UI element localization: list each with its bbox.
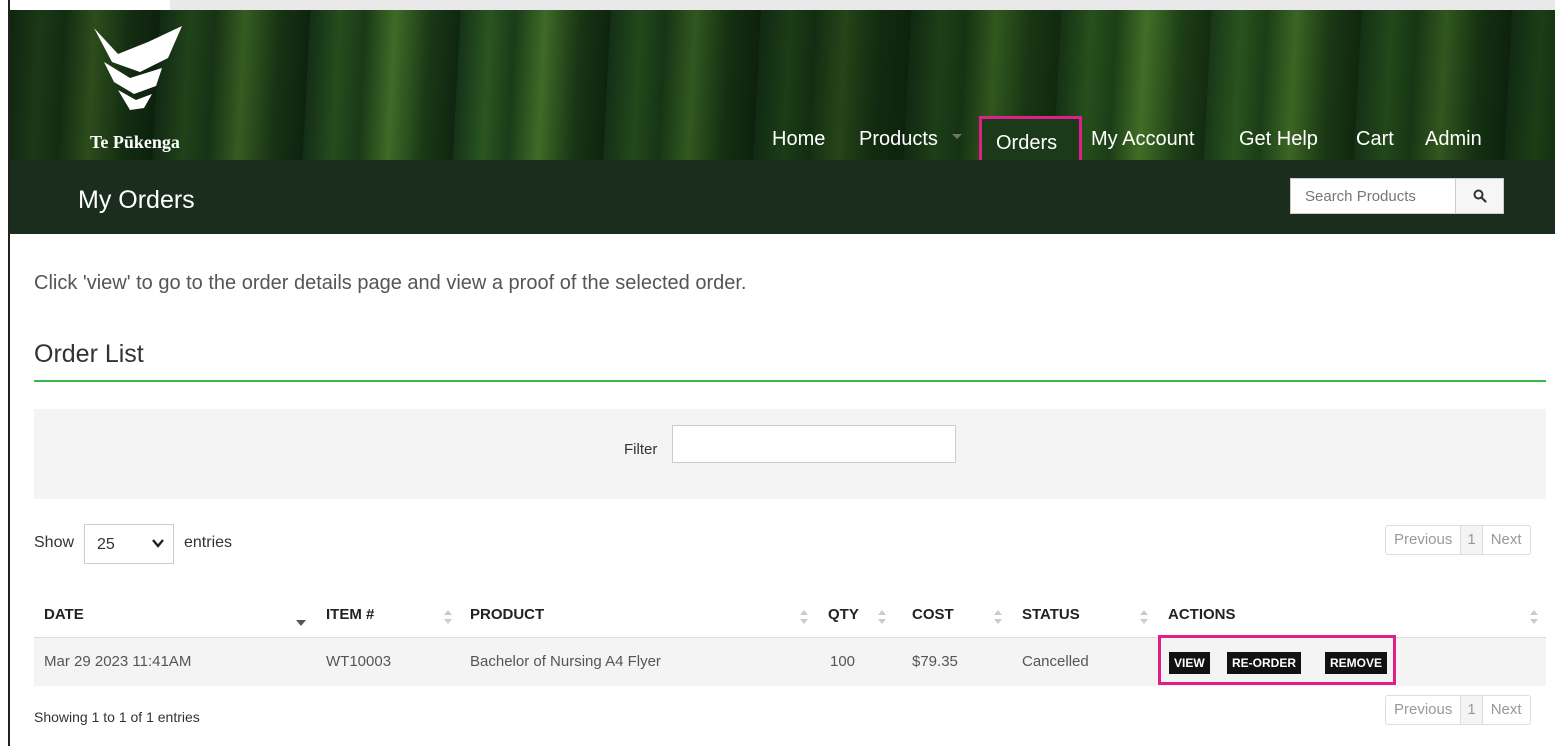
- sort-icon[interactable]: [444, 610, 452, 624]
- filter-panel: Filter: [34, 409, 1546, 499]
- nav-orders-label: Orders: [996, 132, 1058, 154]
- pager-previous[interactable]: Previous: [1386, 526, 1462, 554]
- col-qty[interactable]: QTY: [828, 606, 859, 623]
- search-input[interactable]: [1290, 178, 1456, 214]
- page-header-bar: My Orders: [10, 160, 1555, 234]
- filter-input[interactable]: [672, 425, 956, 463]
- pager-previous[interactable]: Previous: [1386, 696, 1462, 724]
- col-product[interactable]: PRODUCT: [470, 606, 544, 623]
- nav-products[interactable]: Products: [859, 128, 938, 151]
- logo-mark-icon: [94, 26, 182, 110]
- nav-orders[interactable]: Orders: [979, 116, 1082, 160]
- main-nav: Home Products Orders My Account Get Help…: [10, 116, 1555, 160]
- top-strip: [0, 0, 1555, 10]
- nav-cart[interactable]: Cart: [1356, 128, 1394, 151]
- nav-get-help[interactable]: Get Help: [1239, 128, 1318, 151]
- filter-label: Filter: [624, 441, 658, 458]
- row-actions: VIEW RE-ORDER REMOVE: [1158, 635, 1396, 685]
- cell-item: WT10003: [326, 653, 392, 670]
- nav-home[interactable]: Home: [772, 128, 825, 151]
- show-label: Show: [34, 534, 75, 551]
- pagination-bottom: Previous 1 Next: [1385, 695, 1531, 725]
- nav-admin[interactable]: Admin: [1425, 128, 1482, 151]
- section-title: Order List: [34, 340, 144, 368]
- sort-icon[interactable]: [994, 610, 1002, 624]
- left-edge: [0, 0, 10, 746]
- col-date[interactable]: DATE: [44, 606, 84, 623]
- sort-icon[interactable]: [1530, 610, 1538, 624]
- page-title: My Orders: [78, 186, 195, 214]
- product-search: [1290, 178, 1504, 214]
- search-icon: [1473, 189, 1487, 203]
- cell-qty: 100: [830, 653, 856, 670]
- showing-summary: Showing 1 to 1 of 1 entries: [34, 709, 200, 725]
- reorder-button[interactable]: RE-ORDER: [1227, 652, 1302, 674]
- col-status[interactable]: STATUS: [1022, 606, 1080, 623]
- pager-page-1[interactable]: 1: [1461, 526, 1483, 554]
- entries-label: entries: [184, 534, 233, 551]
- cell-date: Mar 29 2023 11:41AM: [44, 653, 192, 670]
- section-divider: [34, 380, 1546, 382]
- sort-icon[interactable]: [878, 610, 886, 624]
- cell-status: Cancelled: [1022, 653, 1089, 670]
- page-size-select[interactable]: 25: [84, 524, 174, 564]
- sort-icon[interactable]: [800, 610, 808, 624]
- cell-product: Bachelor of Nursing A4 Flyer: [470, 653, 661, 670]
- col-cost[interactable]: COST: [912, 606, 954, 623]
- col-item[interactable]: ITEM #: [326, 606, 374, 623]
- pager-next[interactable]: Next: [1483, 696, 1530, 724]
- view-button[interactable]: VIEW: [1169, 652, 1210, 674]
- nav-my-account[interactable]: My Account: [1091, 128, 1194, 151]
- header-hero: Te Pūkenga Home Products Orders My Accou…: [10, 10, 1555, 160]
- pager-next[interactable]: Next: [1483, 526, 1530, 554]
- remove-button[interactable]: REMOVE: [1325, 652, 1388, 674]
- pager-page-1[interactable]: 1: [1461, 696, 1483, 724]
- cell-cost: $79.35: [912, 653, 958, 670]
- search-button[interactable]: [1456, 178, 1504, 214]
- page-size-value: 25: [97, 536, 115, 553]
- sort-icon[interactable]: [1140, 610, 1148, 624]
- sort-desc-icon[interactable]: [296, 620, 306, 626]
- top-gray-bar: [170, 0, 1555, 10]
- table-header: DATE ITEM # PRODUCT QTY COST STATUS ACTI…: [34, 594, 1546, 638]
- intro-text: Click 'view' to go to the order details …: [34, 272, 747, 294]
- products-caret-icon[interactable]: [952, 134, 962, 139]
- chevron-down-icon: [152, 539, 164, 548]
- pagination-top: Previous 1 Next: [1385, 525, 1531, 555]
- col-actions[interactable]: ACTIONS: [1168, 606, 1236, 623]
